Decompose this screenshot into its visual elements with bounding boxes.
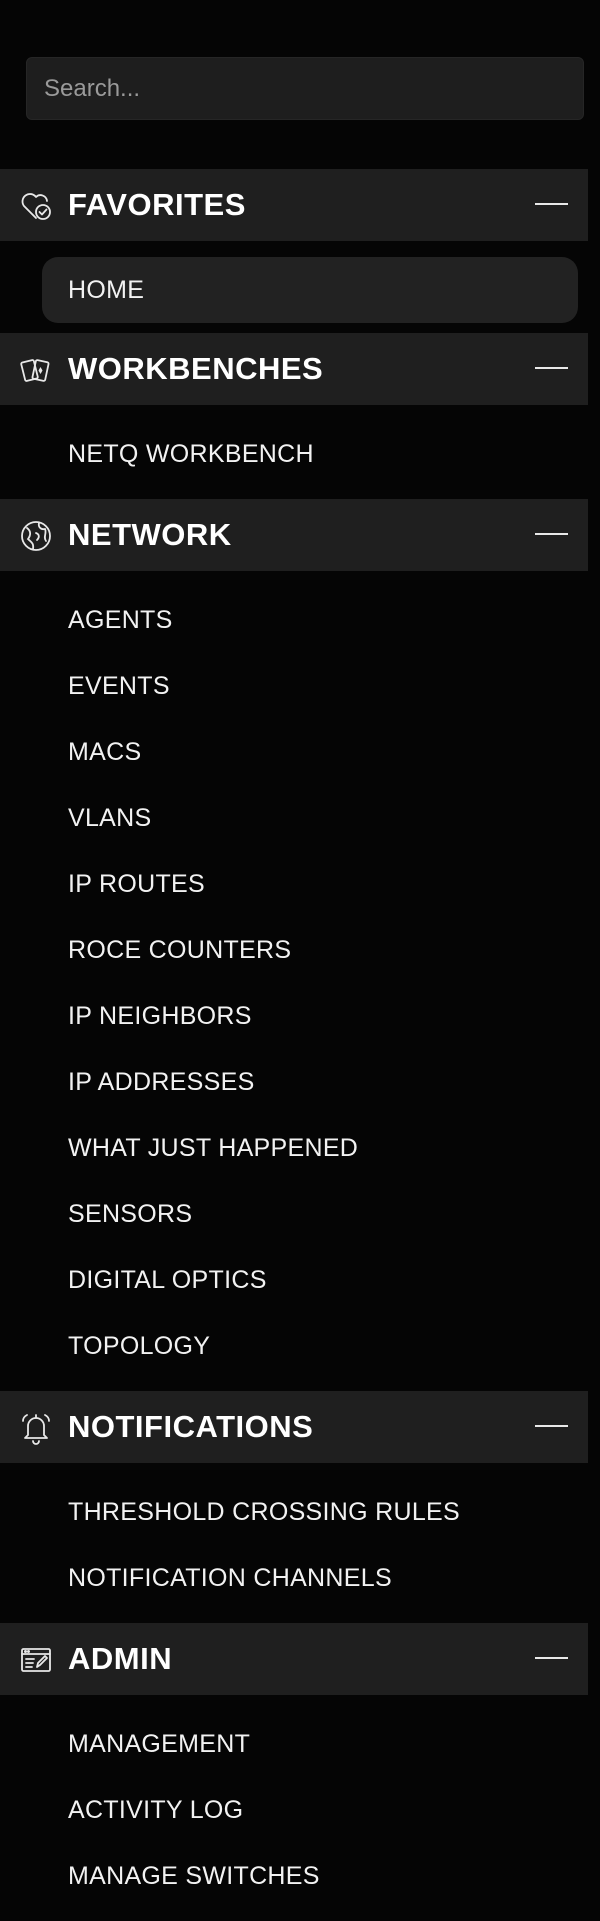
nav-item-activity-log[interactable]: ACTIVITY LOG bbox=[0, 1777, 588, 1843]
bell-icon bbox=[19, 1411, 53, 1445]
globe-icon bbox=[19, 519, 53, 553]
heart-check-icon bbox=[19, 189, 53, 223]
nav-item-notification-channels[interactable]: NOTIFICATION CHANNELS bbox=[0, 1545, 588, 1611]
nav-item-ip-neighbors[interactable]: IP NEIGHBORS bbox=[0, 983, 588, 1049]
cards-icon bbox=[19, 353, 53, 387]
section-title: WORKBENCHES bbox=[68, 351, 324, 386]
search-input[interactable] bbox=[27, 58, 583, 119]
collapse-icon[interactable] bbox=[535, 203, 568, 205]
section-network: NETWORK AGENTS EVENTS MACS VLANS IP ROUT… bbox=[0, 499, 588, 1391]
admin-window-icon bbox=[19, 1643, 53, 1677]
nav-item-roce-counters[interactable]: ROCE COUNTERS bbox=[0, 917, 588, 983]
nav-item-events[interactable]: EVENTS bbox=[0, 653, 588, 719]
nav-item-ip-routes[interactable]: IP ROUTES bbox=[0, 851, 588, 917]
nav-item-home[interactable]: HOME bbox=[42, 257, 578, 323]
section-header-network[interactable]: NETWORK bbox=[0, 499, 588, 571]
section-items: MANAGEMENT ACTIVITY LOG MANAGE SWITCHES bbox=[0, 1695, 588, 1921]
nav-item-vlans[interactable]: VLANS bbox=[0, 785, 588, 851]
collapse-icon[interactable] bbox=[535, 1425, 568, 1427]
section-items: HOME bbox=[0, 241, 588, 333]
nav-item-management[interactable]: MANAGEMENT bbox=[0, 1711, 588, 1777]
section-header-workbenches[interactable]: WORKBENCHES bbox=[0, 333, 588, 405]
section-title: FAVORITES bbox=[68, 187, 246, 222]
collapse-icon[interactable] bbox=[535, 1657, 568, 1659]
nav-item-agents[interactable]: AGENTS bbox=[0, 587, 588, 653]
section-items: NETQ WORKBENCH bbox=[0, 405, 588, 499]
nav-item-threshold-crossing-rules[interactable]: THRESHOLD CROSSING RULES bbox=[0, 1479, 588, 1545]
nav-item-macs[interactable]: MACS bbox=[0, 719, 588, 785]
section-workbenches: WORKBENCHES NETQ WORKBENCH bbox=[0, 333, 588, 499]
section-favorites: FAVORITES HOME bbox=[0, 169, 588, 333]
section-header-notifications[interactable]: NOTIFICATIONS bbox=[0, 1391, 588, 1463]
nav-item-manage-switches[interactable]: MANAGE SWITCHES bbox=[0, 1843, 588, 1909]
sidebar-nav: FAVORITES HOME WORKBENCHES NETQ WORKBENC… bbox=[0, 169, 588, 1921]
nav-item-netq-workbench[interactable]: NETQ WORKBENCH bbox=[0, 421, 588, 487]
section-header-admin[interactable]: ADMIN bbox=[0, 1623, 588, 1695]
collapse-icon[interactable] bbox=[535, 367, 568, 369]
section-notifications: NOTIFICATIONS THRESHOLD CROSSING RULES N… bbox=[0, 1391, 588, 1623]
nav-item-what-just-happened[interactable]: WHAT JUST HAPPENED bbox=[0, 1115, 588, 1181]
section-title: ADMIN bbox=[68, 1641, 173, 1676]
section-header-favorites[interactable]: FAVORITES bbox=[0, 169, 588, 241]
nav-item-topology[interactable]: TOPOLOGY bbox=[0, 1313, 588, 1379]
section-items: THRESHOLD CROSSING RULES NOTIFICATION CH… bbox=[0, 1463, 588, 1623]
section-title: NOTIFICATIONS bbox=[68, 1409, 314, 1444]
collapse-icon[interactable] bbox=[535, 533, 568, 535]
search-box bbox=[26, 57, 584, 120]
section-title: NETWORK bbox=[68, 517, 232, 552]
nav-item-ip-addresses[interactable]: IP ADDRESSES bbox=[0, 1049, 588, 1115]
nav-item-digital-optics[interactable]: DIGITAL OPTICS bbox=[0, 1247, 588, 1313]
nav-item-sensors[interactable]: SENSORS bbox=[0, 1181, 588, 1247]
section-admin: ADMIN MANAGEMENT ACTIVITY LOG MANAGE SWI… bbox=[0, 1623, 588, 1921]
section-items: AGENTS EVENTS MACS VLANS IP ROUTES ROCE … bbox=[0, 571, 588, 1391]
